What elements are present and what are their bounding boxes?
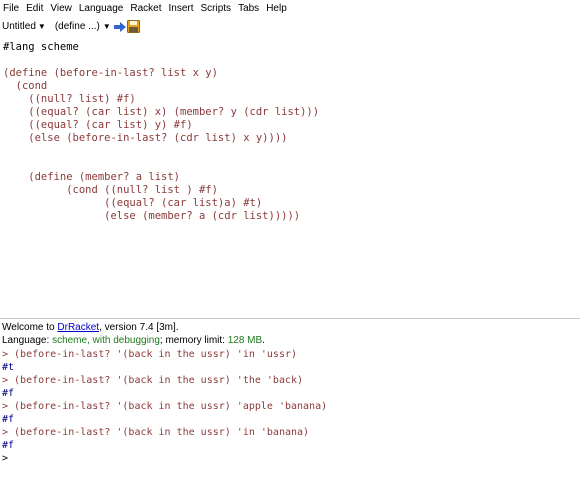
memory-value: 128 MB	[227, 335, 263, 346]
memory-suffix: .	[262, 335, 265, 346]
menu-scripts[interactable]: Scripts	[201, 3, 232, 14]
menu-tabs[interactable]: Tabs	[238, 3, 259, 14]
welcome-banner: Welcome to DrRacket, version 7.4 [3m].	[2, 322, 179, 333]
interactions-pane[interactable]: Welcome to DrRacket, version 7.4 [3m]. L…	[0, 320, 580, 491]
definitions-editor[interactable]: #lang scheme (define (before-in-last? li…	[0, 36, 580, 310]
repl-input-line: > (before-in-last? '(back in the ussr) '…	[2, 427, 310, 438]
code-line: (define (member? a list)	[3, 171, 181, 183]
repl-prompt[interactable]: >	[2, 453, 8, 464]
repl-output-line: #f	[2, 388, 15, 399]
code-line: #lang scheme	[3, 41, 79, 53]
file-dropdown-label: Untitled	[2, 21, 36, 32]
code-line: ((equal? (car list) x) (member? y (cdr l…	[3, 106, 320, 118]
language-value: scheme, with debugging	[52, 335, 160, 346]
welcome-suffix: , version 7.4 [3m].	[99, 322, 179, 333]
code-line: (cond ((null? list ) #f)	[3, 184, 218, 196]
define-dropdown[interactable]: (define ...) ▼	[55, 21, 111, 32]
repl-output-line: #t	[2, 362, 15, 373]
memory-prefix: ; memory limit:	[159, 335, 228, 346]
menu-edit[interactable]: Edit	[26, 3, 43, 14]
code-line: ((equal? (car list)a) #t)	[3, 197, 263, 209]
repl-input-line: > (before-in-last? '(back in the ussr) '…	[2, 349, 298, 360]
code-line: ((null? list) #f)	[3, 93, 136, 105]
drracket-link[interactable]: DrRacket	[57, 322, 99, 333]
language-banner: Language: scheme, with debugging; memory…	[2, 335, 265, 346]
menu-language[interactable]: Language	[79, 3, 124, 14]
menu-file[interactable]: File	[3, 3, 19, 14]
dropdown-arrow-icon: ▼	[37, 22, 46, 31]
language-prefix: Language:	[2, 335, 53, 346]
repl-output-line: #f	[2, 440, 15, 451]
code-line: (else (member? a (cdr list)))))	[3, 210, 301, 222]
dropdown-arrow-icon: ▼	[102, 22, 111, 31]
menu-bar: File Edit View Language Racket Insert Sc…	[0, 0, 580, 17]
menu-insert[interactable]: Insert	[168, 3, 193, 14]
welcome-prefix: Welcome to	[2, 322, 58, 333]
file-dropdown[interactable]: Untitled ▼	[2, 21, 46, 32]
arrow-right-icon[interactable]	[113, 21, 126, 32]
pane-divider[interactable]	[0, 318, 580, 319]
define-dropdown-label: (define ...)	[54, 21, 100, 32]
menu-help[interactable]: Help	[266, 3, 287, 14]
code-line: (cond	[3, 80, 48, 92]
save-icon[interactable]	[126, 20, 140, 33]
code-line: (define (before-in-last? list x y)	[3, 67, 218, 79]
repl-output-line: #f	[2, 414, 15, 425]
toolbar: Untitled ▼ (define ...) ▼	[0, 18, 580, 35]
code-line: ((equal? (car list) y) #f)	[3, 119, 193, 131]
code-line: (else (before-in-last? (cdr list) x y)))…	[3, 132, 288, 144]
repl-input-line: > (before-in-last? '(back in the ussr) '…	[2, 375, 304, 386]
menu-racket[interactable]: Racket	[130, 3, 161, 14]
menu-view[interactable]: View	[50, 3, 72, 14]
repl-input-line: > (before-in-last? '(back in the ussr) '…	[2, 401, 328, 412]
